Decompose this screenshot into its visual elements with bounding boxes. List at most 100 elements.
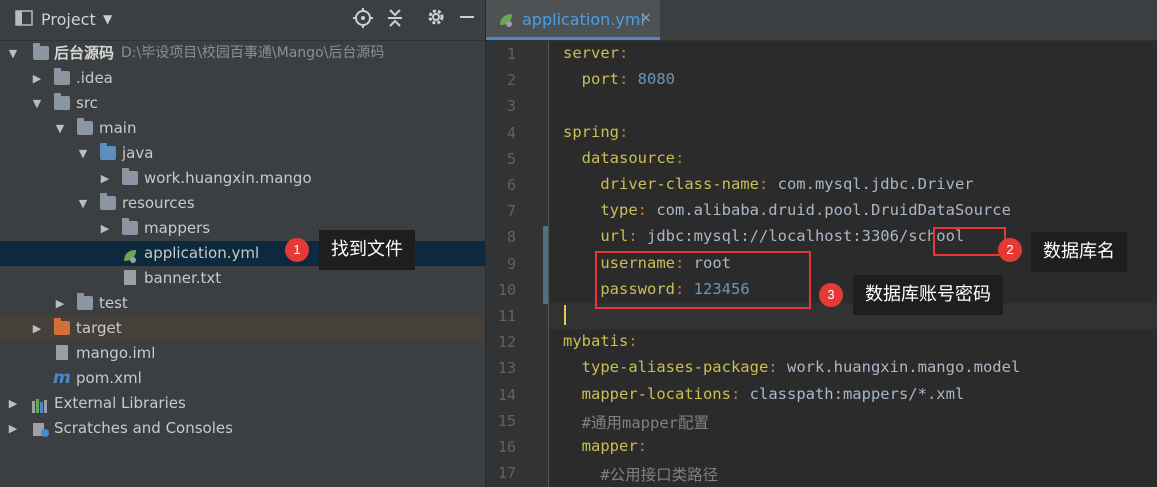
tree-item-scratches[interactable]: ▶ Scratches and Consoles (0, 416, 485, 441)
code-line[interactable]: #通用mapper配置 (563, 411, 709, 433)
project-panel-header: Project ▼ (0, 0, 485, 41)
folder-icon (77, 118, 93, 135)
code-line[interactable]: spring: (563, 123, 628, 141)
folder-icon (122, 218, 138, 235)
resources-folder-icon (100, 193, 116, 210)
code-line[interactable]: mapper-locations: classpath:mappers/*.xm… (563, 384, 965, 403)
chevron-right-icon[interactable]: ▶ (30, 316, 44, 341)
highlight-box-credentials (595, 251, 811, 309)
tree-item-label: 后台源码 (54, 44, 115, 62)
folder-icon (77, 293, 93, 310)
project-panel-title[interactable]: Project (41, 10, 96, 29)
yaml-separator: : (619, 122, 629, 141)
vcs-change-marker[interactable] (543, 252, 548, 304)
scratches-icon (32, 421, 49, 437)
text-caret (564, 305, 566, 325)
code-line[interactable]: port: 8080 (563, 70, 675, 88)
tree-item-src[interactable]: ▼ src (0, 91, 485, 116)
chevron-right-icon[interactable]: ▶ (30, 66, 44, 91)
line-number: 10 (497, 280, 516, 299)
tree-item-external-libraries[interactable]: ▶ External Libraries (0, 391, 485, 416)
line-number: 9 (506, 254, 516, 273)
tree-item-label: java (122, 144, 154, 162)
package-icon (122, 168, 138, 185)
tree-item-label: mango.iml (76, 344, 156, 362)
yaml-separator: : (628, 332, 638, 351)
code-line[interactable]: type-aliases-package: work.huangxin.mang… (563, 358, 1021, 377)
tree-item-label: Scratches and Consoles (54, 419, 233, 437)
code-line[interactable]: mapper: (563, 437, 647, 455)
tree-item-test[interactable]: ▶ test (0, 291, 485, 316)
yaml-key: type (563, 201, 638, 220)
chevron-right-icon[interactable]: ▶ (53, 291, 67, 316)
line-number: 8 (506, 228, 516, 247)
chevron-right-icon[interactable]: ▶ (6, 391, 20, 416)
chevron-down-icon[interactable]: ▼ (103, 12, 112, 26)
yaml-value: work.huangxin.mango.model (786, 358, 1021, 377)
yaml-key: url (563, 227, 629, 246)
yaml-separator: : (637, 437, 647, 455)
locate-icon[interactable] (352, 8, 374, 34)
line-number: 3 (506, 97, 516, 116)
tree-item-package[interactable]: ▶ work.huangxin.mango (0, 166, 485, 191)
tree-item-java[interactable]: ▼ java (0, 141, 485, 166)
chevron-down-icon[interactable]: ▼ (76, 141, 90, 166)
maven-icon: m (53, 368, 71, 388)
chevron-down-icon[interactable]: ▼ (76, 191, 90, 216)
tree-item-label: .idea (76, 69, 113, 87)
tree-item-resources[interactable]: ▼ resources (0, 191, 485, 216)
line-number: 17 (497, 464, 516, 483)
yaml-key: driver-class-name (563, 175, 759, 193)
tree-item-main[interactable]: ▼ main (0, 116, 485, 141)
yaml-key: mapper-locations (563, 384, 731, 403)
tree-item-label: External Libraries (54, 394, 186, 412)
code-line[interactable]: datasource: (563, 149, 685, 167)
tab-application-yml[interactable]: application.yml × (486, 0, 660, 40)
highlight-box-database-name (933, 227, 1006, 256)
line-number: 1 (506, 45, 516, 63)
chevron-right-icon[interactable]: ▶ (98, 166, 112, 191)
code-line[interactable]: mybatis: (563, 332, 638, 350)
tree-item-pom-xml[interactable]: m pom.xml (0, 366, 485, 391)
line-number: 13 (497, 359, 516, 378)
tree-item-target[interactable]: ▶ target (0, 316, 485, 341)
yaml-key: server (563, 44, 619, 62)
code-line[interactable]: url: jdbc:mysql://localhost:3306/school (563, 227, 964, 245)
excluded-folder-icon (54, 318, 70, 335)
code-editor: application.yml × 1 2 3 4 5 6 7 8 9 10 11 12 13 14 15 1… (486, 0, 1157, 487)
tree-item-idea[interactable]: ▶ .idea (0, 66, 485, 91)
chevron-down-icon[interactable]: ▼ (53, 116, 67, 141)
tree-item-label: work.huangxin.mango (144, 169, 312, 187)
project-view-icon[interactable] (14, 8, 34, 34)
line-number: 4 (506, 123, 516, 142)
gear-icon[interactable] (426, 8, 446, 34)
close-icon[interactable]: × (640, 10, 652, 26)
minimize-icon[interactable] (458, 8, 476, 34)
yaml-key: spring (563, 122, 619, 141)
code-line[interactable]: #公用接口类路径 (563, 463, 718, 485)
tree-item-label: application.yml (144, 244, 260, 262)
chevron-right-icon[interactable]: ▶ (6, 416, 20, 441)
tree-item-label: src (76, 94, 98, 112)
source-folder-icon (100, 143, 116, 160)
code-line[interactable]: type: com.alibaba.druid.pool.DruidDataSo… (563, 201, 1011, 219)
yaml-value: classpath:mappers/*.xml (749, 384, 965, 403)
tree-item-mango-iml[interactable]: mango.iml (0, 341, 485, 366)
line-number: 7 (506, 202, 516, 221)
chevron-right-icon[interactable]: ▶ (98, 216, 112, 241)
code-line[interactable]: driver-class-name: com.mysql.jdbc.Driver (563, 175, 973, 193)
vcs-change-marker[interactable] (543, 226, 548, 252)
code-line[interactable]: server: (563, 44, 628, 62)
yaml-separator: : (619, 70, 638, 89)
chevron-down-icon[interactable]: ▼ (30, 91, 44, 116)
yaml-separator: : (758, 175, 778, 193)
line-number: 6 (506, 176, 516, 194)
library-icon (32, 396, 48, 413)
tree-item-project-root[interactable]: ▼ 后台源码 D:\毕设项目\校园百事通\Mango\后台源码 (0, 41, 485, 66)
yaml-separator: : (730, 384, 750, 403)
yaml-value: 8080 (637, 70, 675, 89)
chevron-down-icon[interactable]: ▼ (6, 41, 20, 66)
collapse-all-icon[interactable] (385, 8, 405, 34)
project-panel: Project ▼ ▼ 后台源码 D:\毕设项目\校园百事通\Mango\后台源… (0, 0, 485, 487)
yaml-separator: : (637, 201, 657, 220)
